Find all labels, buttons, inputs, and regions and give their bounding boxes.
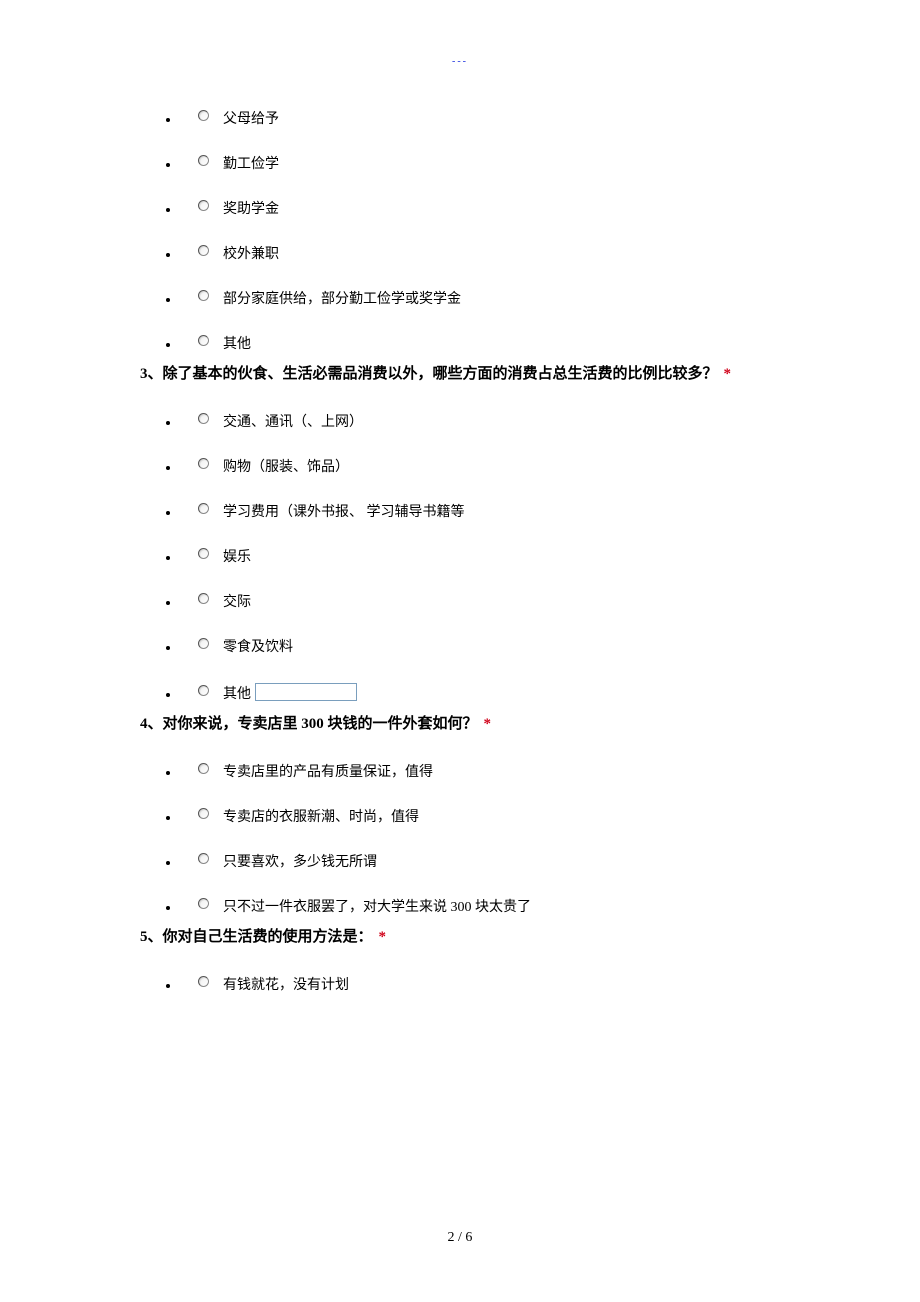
opt-text-a: 只不过一件衣服罢了，对大学生来说	[223, 900, 451, 915]
radio-icon[interactable]	[198, 808, 209, 819]
list-item: 部分家庭供给，部分勤工俭学或奖学金	[180, 290, 850, 307]
list-item: 交际	[180, 593, 850, 610]
option-label: 专卖店的衣服新潮、时尚，值得	[223, 810, 419, 825]
option-label: 交际	[223, 595, 251, 610]
option-label: 专卖店里的产品有质量保证，值得	[223, 765, 433, 780]
list-item: 校外兼职	[180, 245, 850, 262]
radio-icon[interactable]	[198, 245, 209, 256]
radio-icon[interactable]	[198, 200, 209, 211]
radio-icon[interactable]	[198, 685, 209, 696]
option-label: 校外兼职	[223, 247, 279, 262]
list-item: 其他	[180, 683, 850, 702]
list-item: 勤工俭学	[180, 155, 850, 172]
option-label: 部分家庭供给，部分勤工俭学或奖学金	[223, 292, 461, 307]
required-asterisk: *	[478, 716, 492, 732]
list-item: 有钱就花，没有计划	[180, 976, 850, 993]
option-label: 其他	[223, 337, 251, 352]
q2-options: 父母给予 勤工俭学 奖助学金 校外兼职 部分家庭供给，部分勤工俭学或奖学金 其他	[140, 110, 850, 352]
option-label: 零食及饮料	[223, 640, 293, 655]
q3-options: 交通、通讯（、上网） 购物（服装、饰品） 学习费用（课外书报、 学习辅导书籍等 …	[140, 413, 850, 702]
question-4: 4、对你来说，专卖店里 300 块钱的一件外套如何？*	[140, 714, 850, 735]
list-item: 零食及饮料	[180, 638, 850, 655]
question-text-b: 块钱的一件外套如何？	[324, 716, 478, 732]
list-item: 交通、通讯（、上网）	[180, 413, 850, 430]
radio-icon[interactable]	[198, 853, 209, 864]
radio-icon[interactable]	[198, 763, 209, 774]
radio-icon[interactable]	[198, 503, 209, 514]
question-text: 、除了基本的伙食、生活必需品消费以外，哪些方面的消费占总生活费的比例比较多？	[148, 366, 718, 382]
header-marker: ---	[0, 56, 920, 67]
option-label: 父母给予	[223, 112, 279, 127]
question-number: 5	[140, 929, 148, 945]
option-label: 奖助学金	[223, 202, 279, 217]
radio-icon[interactable]	[198, 335, 209, 346]
list-item: 专卖店里的产品有质量保证，值得	[180, 763, 850, 780]
question-price: 300	[301, 716, 324, 732]
radio-icon[interactable]	[198, 290, 209, 301]
option-label: 购物（服装、饰品）	[223, 460, 349, 475]
list-item: 只要喜欢，多少钱无所谓	[180, 853, 850, 870]
required-asterisk: *	[373, 929, 387, 945]
list-item: 其他	[180, 335, 850, 352]
radio-icon[interactable]	[198, 413, 209, 424]
question-text-a: 、对你来说，专卖店里	[148, 716, 302, 732]
radio-icon[interactable]	[198, 548, 209, 559]
radio-icon[interactable]	[198, 898, 209, 909]
radio-icon[interactable]	[198, 458, 209, 469]
option-label: 勤工俭学	[223, 157, 279, 172]
list-item: 只不过一件衣服罢了，对大学生来说 300 块太贵了	[180, 898, 850, 915]
page-content: 父母给予 勤工俭学 奖助学金 校外兼职 部分家庭供给，部分勤工俭学或奖学金 其他…	[140, 110, 850, 1005]
question-3: 3、除了基本的伙食、生活必需品消费以外，哪些方面的消费占总生活费的比例比较多？*	[140, 364, 850, 385]
option-label: 娱乐	[223, 550, 251, 565]
list-item: 娱乐	[180, 548, 850, 565]
question-number: 3	[140, 366, 148, 382]
q4-options: 专卖店里的产品有质量保证，值得 专卖店的衣服新潮、时尚，值得 只要喜欢，多少钱无…	[140, 763, 850, 915]
option-label: 只不过一件衣服罢了，对大学生来说 300 块太贵了	[223, 900, 531, 915]
radio-icon[interactable]	[198, 593, 209, 604]
radio-icon[interactable]	[198, 638, 209, 649]
radio-icon[interactable]	[198, 110, 209, 121]
q5-options: 有钱就花，没有计划	[140, 976, 850, 993]
question-text: 、你对自己生活费的使用方法是：	[148, 929, 373, 945]
option-label: 其他	[223, 687, 251, 702]
other-input[interactable]	[255, 683, 357, 701]
option-label: 交通、通讯（、上网）	[223, 415, 363, 430]
option-label: 有钱就花，没有计划	[223, 978, 349, 993]
list-item: 奖助学金	[180, 200, 850, 217]
radio-icon[interactable]	[198, 976, 209, 987]
list-item: 学习费用（课外书报、 学习辅导书籍等	[180, 503, 850, 520]
option-label: 只要喜欢，多少钱无所谓	[223, 855, 377, 870]
question-number: 4	[140, 716, 148, 732]
list-item: 专卖店的衣服新潮、时尚，值得	[180, 808, 850, 825]
opt-price: 300	[451, 900, 472, 915]
list-item: 父母给予	[180, 110, 850, 127]
radio-icon[interactable]	[198, 155, 209, 166]
opt-text-b: 块太贵了	[472, 900, 532, 915]
page-footer: 2 / 6	[0, 1230, 920, 1246]
list-item: 购物（服装、饰品）	[180, 458, 850, 475]
required-asterisk: *	[718, 366, 732, 382]
question-5: 5、你对自己生活费的使用方法是：*	[140, 927, 850, 948]
option-label: 学习费用（课外书报、 学习辅导书籍等	[223, 505, 465, 520]
